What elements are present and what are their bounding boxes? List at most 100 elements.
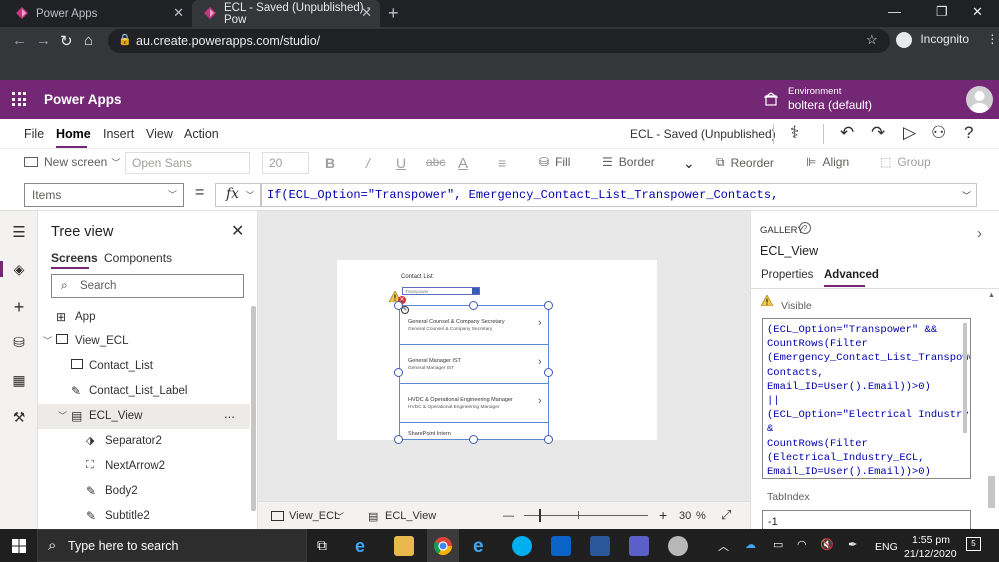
font-size-dropdown[interactable]: 20: [262, 152, 309, 174]
resize-handle[interactable]: [469, 435, 478, 444]
teams-icon[interactable]: [629, 536, 649, 556]
new-screen-button[interactable]: New screen ﹀: [24, 155, 120, 169]
next-arrow-icon[interactable]: ›: [538, 317, 542, 329]
media-icon[interactable]: ▦: [11, 372, 27, 388]
resize-handle[interactable]: [394, 368, 403, 377]
tree-node-body2[interactable]: ✎ Body2: [38, 479, 250, 504]
resize-handle[interactable]: [544, 301, 553, 310]
data-icon[interactable]: ⛁: [11, 334, 27, 350]
control-name[interactable]: ECL_View: [760, 244, 818, 258]
tree-node-separator2[interactable]: ⬗ Separator2: [38, 429, 250, 454]
app-checker-icon[interactable]: ⚕: [790, 123, 799, 143]
word-icon[interactable]: [590, 536, 610, 556]
scroll-up-icon[interactable]: ▲: [988, 292, 995, 299]
menu-insert[interactable]: Insert: [103, 127, 134, 141]
environment-value[interactable]: boltera (default): [788, 98, 872, 112]
font-family-dropdown[interactable]: Open Sans: [125, 152, 250, 174]
resize-handle[interactable]: [544, 435, 553, 444]
more-options-icon[interactable]: ...: [224, 406, 235, 421]
tab-screens[interactable]: Screens: [51, 251, 98, 265]
strikethrough-icon[interactable]: abc: [426, 155, 445, 169]
tree-node-ecl-view[interactable]: ﹀ ▤ ECL_View ...: [38, 404, 250, 429]
chevron-right-icon[interactable]: ›: [977, 225, 982, 242]
chevron-down-icon[interactable]: ﹀: [58, 409, 67, 422]
screen-breadcrumb[interactable]: View_ECL: [289, 510, 340, 522]
outlook-icon[interactable]: [551, 536, 571, 556]
show-hidden-icons-chevron[interactable]: ︿: [718, 538, 729, 554]
internet-explorer-icon[interactable]: e: [473, 536, 493, 557]
incognito-indicator[interactable]: Incognito ⋮: [896, 32, 998, 48]
control-breadcrumb[interactable]: ECL_View: [385, 510, 436, 522]
clock-time[interactable]: 1:55 pm: [912, 534, 950, 546]
close-tab-icon[interactable]: ✕: [173, 5, 184, 21]
forward-icon[interactable]: →: [36, 32, 51, 49]
menu-view[interactable]: View: [146, 127, 173, 141]
align-button[interactable]: ⊫ Align: [806, 155, 849, 169]
next-arrow-icon[interactable]: ›: [538, 356, 542, 368]
clock-date[interactable]: 21/12/2020: [904, 548, 957, 560]
new-tab-button[interactable]: +: [388, 3, 399, 24]
group-button[interactable]: ⬚ Group: [880, 155, 931, 169]
notification-icon[interactable]: 5: [966, 537, 981, 551]
file-explorer-icon[interactable]: [394, 536, 414, 556]
minimize-icon[interactable]: —: [888, 4, 901, 19]
input-language[interactable]: ENG: [875, 541, 898, 553]
skype-icon[interactable]: [512, 536, 532, 556]
onedrive-icon[interactable]: ☁: [745, 538, 756, 551]
edge-legacy-icon[interactable]: e: [355, 536, 375, 556]
app-title[interactable]: Power Apps: [44, 92, 122, 107]
resize-handle[interactable]: [469, 301, 478, 310]
visible-formula-input[interactable]: (ECL_Option="Transpower" && CountRows(Fi…: [762, 318, 971, 479]
browser-tab-ecl[interactable]: ECL - Saved (Unpublished) - Pow ✕: [192, 0, 380, 27]
redo-icon[interactable]: ↷: [871, 123, 885, 143]
windows-start-icon[interactable]: [12, 539, 26, 553]
border-button[interactable]: ☰ Border: [602, 155, 655, 169]
browser-tab-power-apps[interactable]: Power Apps ✕: [4, 0, 192, 27]
menu-file[interactable]: File: [24, 127, 44, 141]
chevron-down-icon[interactable]: ﹀: [335, 510, 344, 523]
tree-node-app[interactable]: ⊞ App: [38, 305, 250, 330]
bold-icon[interactable]: B: [325, 155, 335, 171]
function-button[interactable]: fx ﹀: [215, 183, 261, 207]
property-dropdown[interactable]: Items ﹀: [24, 183, 184, 207]
resize-handle[interactable]: [544, 368, 553, 377]
preview-play-icon[interactable]: ▷: [903, 123, 916, 143]
resize-handle[interactable]: [394, 435, 403, 444]
restore-icon[interactable]: ❐: [936, 4, 948, 20]
close-window-icon[interactable]: ✕: [972, 4, 983, 20]
zoom-in-button[interactable]: +: [659, 507, 667, 523]
reload-icon[interactable]: ↻: [60, 32, 73, 50]
design-canvas[interactable]: Contact List: Transpower ✕ ✎ General Cou…: [258, 211, 750, 501]
help-icon[interactable]: ?: [799, 222, 811, 234]
align-text-icon[interactable]: ≡: [498, 155, 506, 171]
layers-icon[interactable]: ◈: [11, 261, 27, 277]
gallery-item[interactable]: HVDC & Operational Engineering Manager H…: [400, 384, 548, 423]
tree-search-input[interactable]: ⌕ Search: [51, 274, 244, 298]
ecl-view-gallery[interactable]: General Counsel & Company Secretary Gene…: [399, 305, 549, 440]
tree-node-nextarrow2[interactable]: ⛶ NextArrow2: [38, 454, 250, 479]
contact-list-label[interactable]: Contact List:: [401, 274, 434, 280]
close-icon[interactable]: ✕: [231, 221, 244, 241]
next-arrow-icon[interactable]: ›: [538, 395, 542, 407]
tree-node-subtitle2[interactable]: ✎ Subtitle2: [38, 504, 250, 529]
battery-icon[interactable]: ▭: [773, 538, 783, 551]
tree-node-contact-list-label[interactable]: ✎ Contact_List_Label: [38, 379, 250, 404]
menu-action[interactable]: Action: [184, 127, 219, 141]
fit-to-window-icon[interactable]: ⤢: [721, 507, 731, 523]
avatar[interactable]: [966, 86, 993, 113]
underline-icon[interactable]: U: [396, 155, 406, 171]
chrome-icon[interactable]: [433, 536, 453, 556]
fill-button[interactable]: ⛁ Fill: [539, 155, 570, 169]
back-icon[interactable]: ←: [12, 32, 27, 49]
tab-advanced[interactable]: Advanced: [824, 269, 879, 281]
formula-input[interactable]: If(ECL_Option="Transpower", Emergency_Co…: [261, 183, 977, 207]
app-screen-preview[interactable]: Contact List: Transpower ✕ ✎ General Cou…: [337, 260, 657, 444]
tab-properties[interactable]: Properties: [761, 269, 813, 281]
scrollbar-thumb[interactable]: [988, 476, 995, 508]
snipping-tool-icon[interactable]: [668, 536, 688, 556]
contact-list-dropdown[interactable]: Transpower: [402, 287, 480, 295]
formula-scrollbar[interactable]: [963, 323, 967, 433]
url-bar[interactable]: 🔒 au.create.powerapps.com/studio/ ☆: [108, 29, 890, 53]
expand-formula-icon[interactable]: ﹀: [962, 189, 971, 202]
kebab-menu-icon[interactable]: ⋮: [986, 32, 998, 46]
